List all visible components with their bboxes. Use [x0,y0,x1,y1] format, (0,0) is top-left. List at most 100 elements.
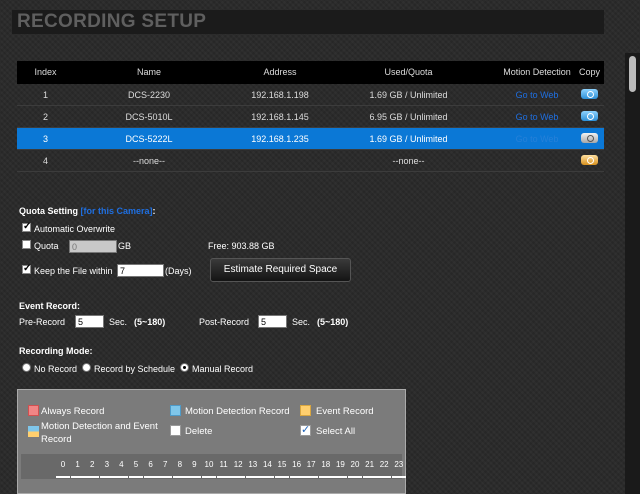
header-copy: Copy [578,67,600,77]
go-to-web-link[interactable]: Go to Web [516,90,559,100]
hour-tick[interactable]: 14 [260,456,275,478]
motion-and-event-record-label-line1: Motion Detection and Event [41,421,158,432]
quota-label: Quota [34,241,59,251]
delete-swatch[interactable] [170,425,181,436]
recording-mode-heading: Recording Mode: [19,346,93,356]
motion-detection-record-swatch[interactable] [170,405,181,416]
quota-checkbox[interactable] [22,240,31,249]
table-row-selected[interactable]: 3 DCS-5222L 192.168.1.235 1.69 GB / Unli… [17,128,604,150]
row-address: 192.168.1.198 [251,90,309,100]
hour-tick[interactable]: 11 [216,456,231,478]
hour-tick[interactable]: 12 [231,456,246,478]
hour-tick[interactable]: 4 [114,456,129,478]
quota-unit: GB [118,241,132,251]
event-record-heading: Event Record: [19,301,81,311]
automatic-overwrite-label: Automatic Overwrite [34,224,116,234]
row-index: 2 [42,112,48,122]
record-by-schedule-radio[interactable] [82,363,91,372]
motion-and-event-record-swatch[interactable] [28,426,39,437]
header-used-quota: Used/Quota [384,67,433,77]
manual-record-radio[interactable] [180,363,189,372]
keep-file-checkbox[interactable] [22,263,31,274]
pre-record-label: Pre-Record [19,317,66,327]
title-bar: RECORDING SETUP [12,10,604,34]
hour-tick[interactable]: 7 [158,456,173,478]
quota-heading-text: Quota Setting [19,206,78,216]
event-record-swatch[interactable] [300,405,311,416]
go-to-web-link[interactable]: Go to Web [516,134,559,144]
hour-tick[interactable]: 5 [129,456,143,478]
row-quota: 6.95 GB / Unlimited [369,112,448,122]
table-row[interactable]: 4 --none-- --none-- [17,150,604,172]
event-record-label: Event Record [316,406,374,417]
hour-tick[interactable]: 8 [172,456,187,478]
row-name: --none-- [132,156,165,166]
hour-tick[interactable]: 20 [348,456,362,478]
no-record-label: No Record [34,364,78,374]
hour-tick[interactable]: 3 [99,456,114,478]
quota-heading-colon: : [152,206,156,216]
hour-tick[interactable]: 18 [318,456,333,478]
hour-tick[interactable]: 19 [333,456,348,478]
always-record-swatch[interactable] [28,405,39,416]
hour-tick[interactable]: 9 [187,456,202,478]
keep-file-label: Keep the File within [34,266,113,276]
keep-days-unit: (Days) [165,266,192,276]
row-copy [575,89,604,101]
row-address: 192.168.1.145 [251,112,309,122]
hour-tick[interactable]: 21 [362,456,377,478]
record-by-schedule-label: Record by Schedule [94,364,176,374]
row-index: 4 [42,156,48,166]
hour-tick[interactable]: 0 [56,456,70,478]
pre-record-range: (5~180) [134,317,166,327]
row-quota: --none-- [392,156,425,166]
table-header: Index Name Address Used/Quota Motion Det… [17,61,604,84]
copy-icon[interactable] [581,155,598,165]
row-name: DCS-2230 [127,90,171,100]
hour-tick[interactable]: 17 [304,456,319,478]
table-row[interactable]: 2 DCS-5010L 192.168.1.145 6.95 GB / Unli… [17,106,604,128]
hour-tick[interactable]: 2 [85,456,100,478]
header-name: Name [136,67,161,77]
row-quota: 1.69 GB / Unlimited [369,134,448,144]
row-copy [575,155,604,167]
hour-tick[interactable]: 1 [70,456,85,478]
hour-tick[interactable]: 6 [143,456,158,478]
copy-icon[interactable] [581,89,598,99]
header-index: Index [34,67,57,77]
row-copy [575,133,604,145]
schedule-timeline[interactable]: 0 1 2 3 4 5 6 7 8 9 10 11 12 13 14 15 16 17 18 19 20 21 22 23 [21,454,406,479]
hour-tick[interactable]: 22 [377,456,392,478]
row-address: 192.168.1.235 [251,134,309,144]
post-record-input[interactable]: 5 [258,315,287,328]
hour-tick[interactable]: 23 [391,456,406,478]
page-title: RECORDING SETUP [17,11,207,32]
estimate-required-space-button[interactable]: Estimate Required Space [210,258,351,282]
copy-icon[interactable] [581,111,598,121]
post-record-unit: Sec. [292,317,311,327]
vertical-scrollbar[interactable] [625,53,640,494]
keep-days-input[interactable]: 7 [117,264,164,277]
row-name: DCS-5222L [125,134,173,144]
go-to-web-link[interactable]: Go to Web [516,112,559,122]
no-record-radio[interactable] [22,363,31,372]
table-row[interactable]: 1 DCS-2230 192.168.1.198 1.69 GB / Unlim… [17,84,604,106]
quota-input[interactable]: 0 [69,240,117,253]
manual-record-label: Manual Record [192,364,254,374]
hour-tick[interactable]: 10 [202,456,216,478]
hour-tick[interactable]: 13 [245,456,260,478]
select-all-checkbox[interactable]: ✓ [300,425,311,436]
pre-record-input[interactable]: 5 [75,315,104,328]
hour-tick[interactable]: 16 [289,456,304,478]
post-record-range: (5~180) [317,317,349,327]
scrollbar-thumb[interactable] [629,56,636,92]
automatic-overwrite-checkbox[interactable] [22,221,31,232]
hour-tick[interactable]: 15 [275,456,289,478]
row-name: DCS-5010L [125,112,173,122]
row-copy [575,111,604,123]
quota-setting-heading: Quota Setting [for this Camera]: [19,206,156,216]
row-index: 3 [42,134,48,144]
motion-and-event-record-label-line2: Record [41,434,72,445]
row-index: 1 [42,90,48,100]
copy-icon[interactable] [581,133,598,143]
